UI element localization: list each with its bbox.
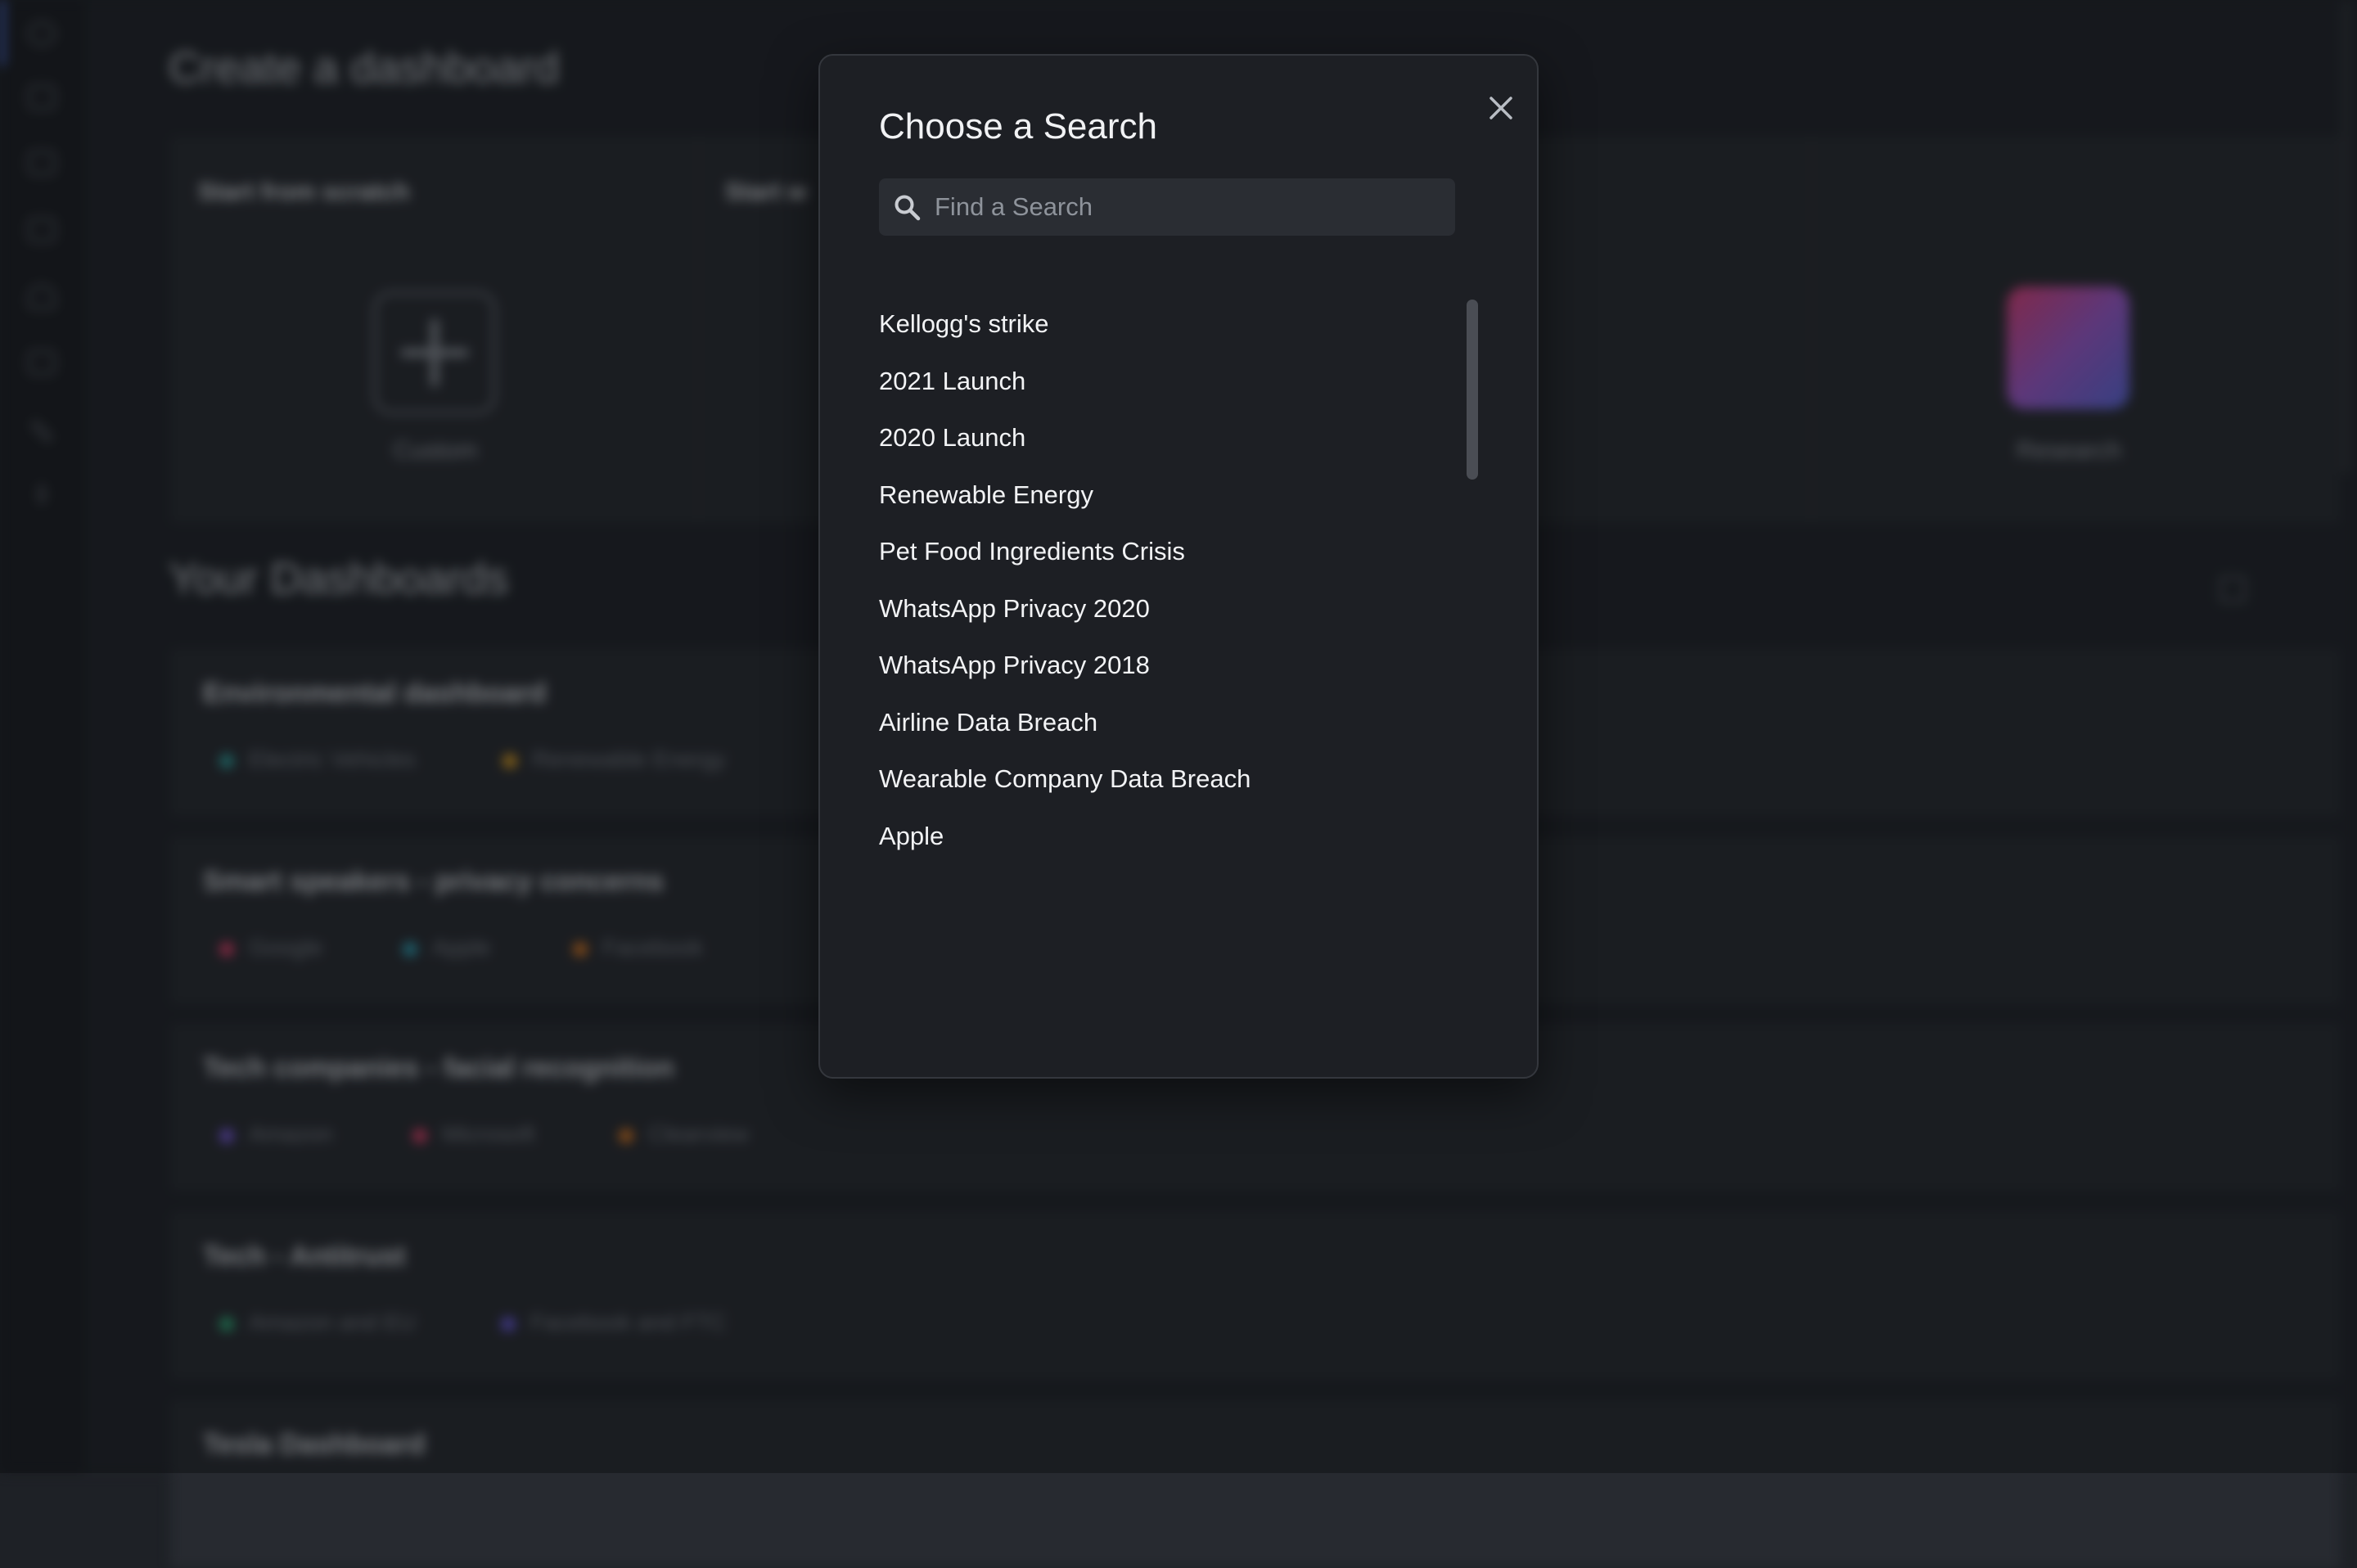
search-box[interactable] — [879, 178, 1455, 236]
search-input[interactable] — [935, 178, 1442, 236]
results-scrollbar[interactable] — [1467, 300, 1478, 480]
search-results-list: Kellogg's strike 2021 Launch 2020 Launch Re… — [879, 304, 1435, 873]
search-icon — [895, 195, 921, 221]
close-icon — [1489, 97, 1512, 119]
modal-title: Choose a Search — [879, 106, 1157, 146]
close-button[interactable] — [1476, 83, 1526, 133]
choose-search-modal: Choose a Search Kellogg's strike2021 Lau… — [818, 54, 1539, 1079]
